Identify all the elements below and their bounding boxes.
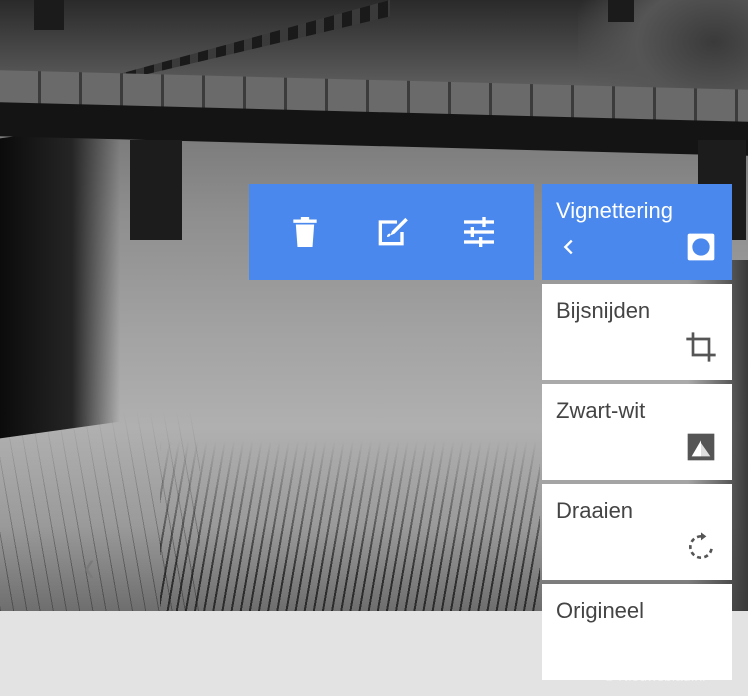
crop-icon — [684, 330, 718, 364]
menu-item-zwart-wit[interactable]: Zwart-wit — [542, 384, 732, 480]
edit-button[interactable] — [362, 202, 422, 262]
photo-prev-hint-icon[interactable]: ‹ — [84, 541, 95, 593]
photo-left-bank — [0, 121, 120, 439]
menu-item-origineel[interactable]: Origineel — [542, 584, 732, 680]
menu-item-vignettering[interactable]: Vignettering — [542, 184, 732, 280]
rotate-icon — [684, 530, 718, 564]
edit-image-icon — [378, 217, 408, 246]
watermark: © Nieuwsblad.nl — [604, 668, 706, 684]
black-white-icon — [684, 430, 718, 464]
photo-bridge-pillar — [130, 140, 182, 240]
menu-item-label: Vignettering — [556, 198, 674, 223]
menu-item-label: Origineel — [556, 598, 645, 623]
delete-button[interactable] — [275, 202, 335, 262]
photo-post — [608, 0, 634, 22]
photo-fence-posts — [90, 0, 390, 82]
menu-item-bijsnijden[interactable]: Bijsnijden — [542, 284, 732, 380]
menu-item-label: Zwart-wit — [556, 398, 646, 423]
chevron-left-icon[interactable] — [556, 232, 582, 262]
edit-menu: Vignettering Bijsnijden Zwart-wit Draaie… — [542, 184, 732, 680]
menu-item-label: Draaien — [556, 498, 634, 523]
vignette-icon — [684, 230, 718, 264]
adjust-button[interactable] — [449, 202, 509, 262]
menu-item-label: Bijsnijden — [556, 298, 651, 323]
menu-item-draaien[interactable]: Draaien — [542, 484, 732, 580]
sliders-icon — [463, 217, 494, 247]
trash-icon — [292, 217, 317, 247]
photo-action-toolbar — [249, 184, 534, 280]
photo-post — [34, 0, 64, 30]
photo-reeds — [160, 441, 540, 611]
